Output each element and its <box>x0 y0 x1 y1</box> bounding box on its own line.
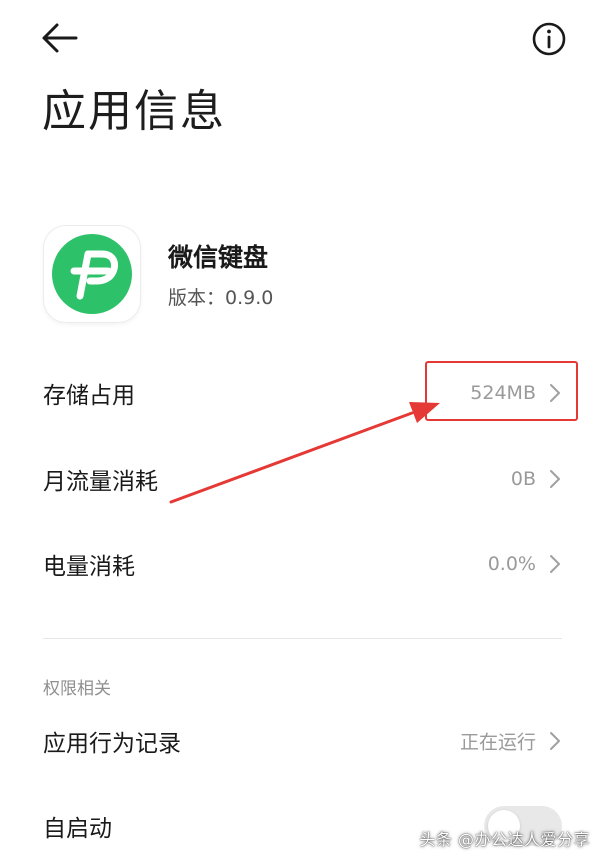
app-version: 版本：0.9.0 <box>168 287 274 309</box>
chevron-right-icon <box>550 470 560 488</box>
app-icon <box>44 226 140 322</box>
battery-usage-value: 0.0% <box>487 553 536 575</box>
app-behavior-log-row[interactable]: 应用行为记录 正在运行 <box>0 709 604 773</box>
storage-usage-label: 存储占用 <box>43 383 135 409</box>
wetype-logo-icon <box>52 234 132 314</box>
chevron-right-icon <box>550 732 560 750</box>
monthly-data-usage-row[interactable]: 月流量消耗 0B <box>0 447 604 511</box>
section-divider <box>43 638 562 639</box>
annotation-highlight-box <box>425 361 578 421</box>
watermark: 头条 @办公达人爱分享 <box>419 830 590 849</box>
app-behavior-log-label: 应用行为记录 <box>43 731 181 757</box>
autostart-label: 自启动 <box>43 816 112 842</box>
info-icon <box>532 22 566 56</box>
app-name: 微信键盘 <box>168 243 269 272</box>
chevron-right-icon <box>550 555 560 573</box>
monthly-data-usage-label: 月流量消耗 <box>43 469 158 495</box>
battery-usage-label: 电量消耗 <box>43 554 135 580</box>
back-arrow-icon <box>42 23 78 53</box>
back-button[interactable] <box>38 18 82 58</box>
app-behavior-log-value: 正在运行 <box>459 731 536 754</box>
page-title: 应用信息 <box>42 86 226 137</box>
app-details-button[interactable] <box>530 20 568 58</box>
monthly-data-usage-value: 0B <box>510 468 536 490</box>
permissions-section-header: 权限相关 <box>43 679 111 699</box>
battery-usage-row[interactable]: 电量消耗 0.0% <box>0 532 604 596</box>
